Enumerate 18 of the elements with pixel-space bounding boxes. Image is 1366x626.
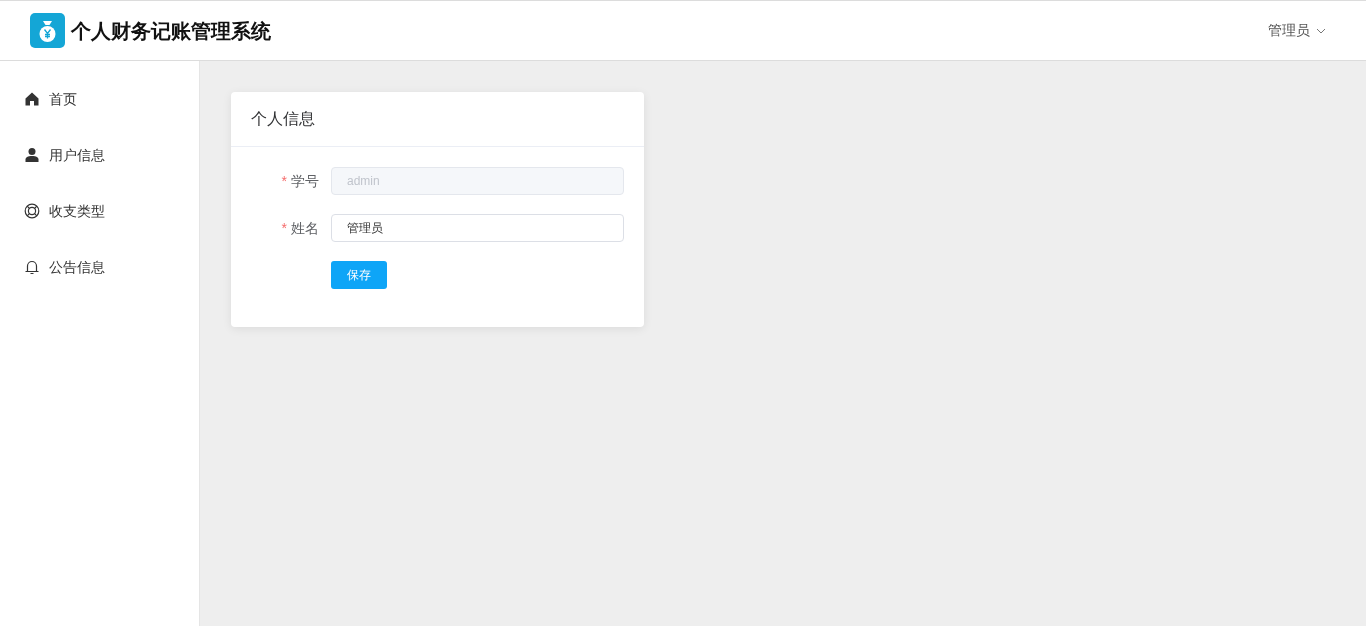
required-mark: *	[281, 218, 287, 238]
lifebuoy-icon	[24, 203, 40, 219]
bell-icon	[24, 259, 40, 275]
sidebar-item[interactable]: 公告信息	[0, 239, 199, 295]
money-bag-logo-icon	[30, 13, 65, 48]
user-icon	[24, 147, 40, 163]
input-field[interactable]: 管理员	[331, 214, 624, 242]
card-title: 个人信息	[251, 109, 315, 129]
chevron-down-icon	[1316, 27, 1326, 34]
user-menu[interactable]: 管理员	[1268, 20, 1326, 41]
app-title: 个人财务记账管理系统	[71, 18, 271, 44]
sidebar-item[interactable]: 用户信息	[0, 127, 199, 183]
sidebar-item[interactable]: 收支类型	[0, 183, 199, 239]
field-label: 学号	[291, 171, 319, 191]
required-mark: *	[281, 171, 287, 191]
home-icon	[24, 91, 40, 107]
sidebar-item[interactable]: 首页	[0, 71, 199, 127]
field-label: 姓名	[291, 218, 319, 238]
